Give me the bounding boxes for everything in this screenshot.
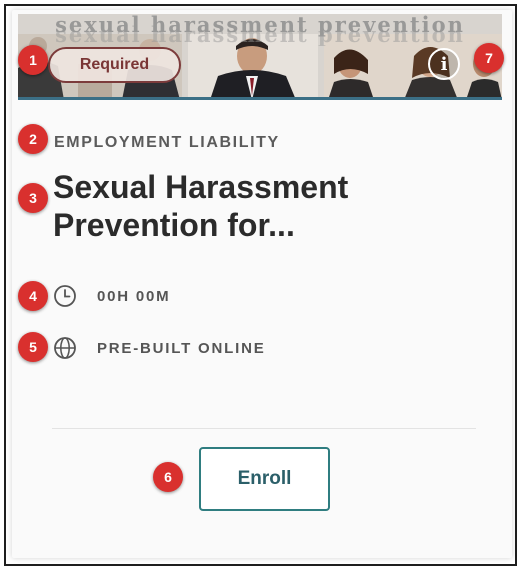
banner-image-text: sexual harassment prevention	[55, 14, 465, 37]
course-title[interactable]: Sexual Harassment Prevention for...	[53, 168, 473, 244]
callout-marker-6: 6	[153, 462, 183, 492]
banner-photo-main	[188, 34, 318, 97]
course-delivery-type: PRE-BUILT ONLINE	[97, 339, 266, 357]
callout-marker-2: 2	[18, 124, 48, 154]
callout-marker-4: 4	[18, 281, 48, 311]
banner-photo-right	[324, 34, 502, 97]
enroll-button[interactable]: Enroll	[199, 447, 330, 511]
callout-marker-1: 1	[18, 45, 48, 75]
globe-icon	[53, 336, 77, 360]
card-divider	[52, 428, 476, 429]
course-duration: 00H 00M	[97, 287, 171, 305]
duration-row: 00H 00M	[53, 284, 170, 308]
required-badge: Required	[48, 47, 181, 83]
delivery-row: PRE-BUILT ONLINE	[53, 336, 266, 360]
callout-marker-5: 5	[18, 332, 48, 362]
callout-marker-3: 3	[18, 183, 48, 213]
info-icon-glyph: i	[440, 53, 448, 75]
callout-marker-7: 7	[474, 43, 504, 73]
info-icon[interactable]: i	[428, 48, 460, 80]
clock-icon	[53, 284, 77, 308]
course-category: EMPLOYMENT LIABILITY	[54, 134, 280, 151]
